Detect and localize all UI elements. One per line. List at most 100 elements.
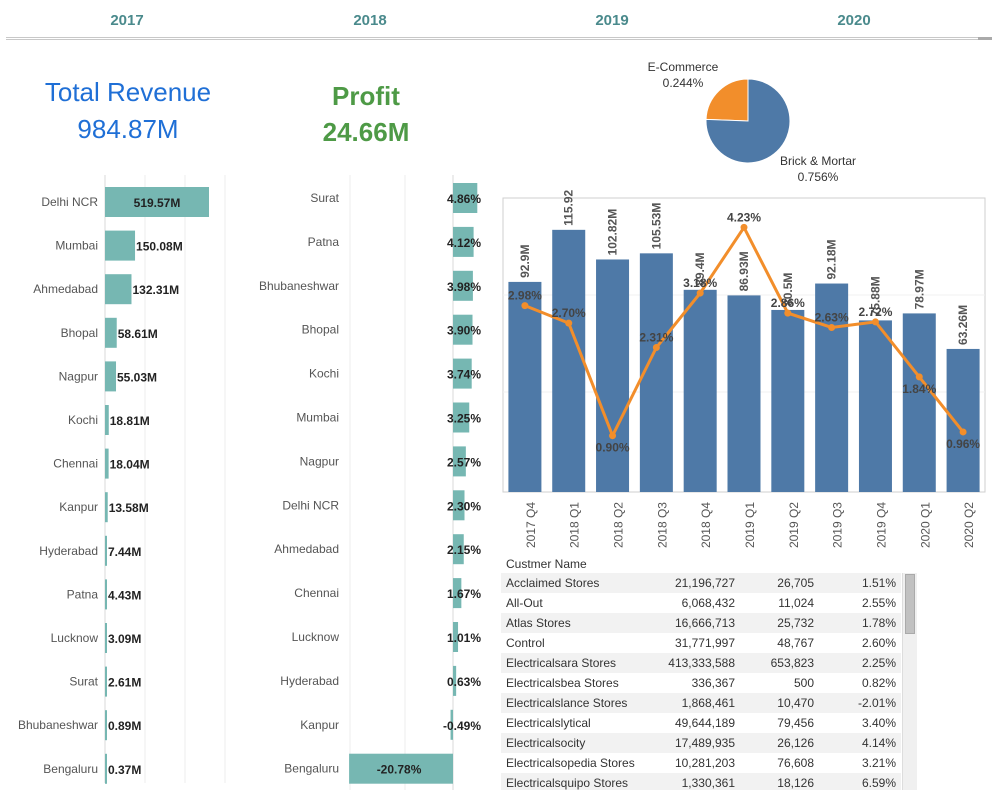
profit-ratio-point bbox=[696, 289, 704, 297]
table-row[interactable]: Acclaimed Stores 21,196,727 26,705 1.51% bbox=[501, 573, 901, 593]
revenue-bar-label: 55.03M bbox=[117, 370, 157, 384]
year-filter-2019[interactable]: 2019 bbox=[562, 12, 662, 29]
profit-ratio-label: 2.86% bbox=[771, 296, 805, 310]
revenue-by-city-chart: Delhi NCR 519.57M Mumbai 150.08M Ahmedabad 13… bbox=[18, 175, 226, 784]
profit-cell: 25,732 bbox=[777, 616, 814, 630]
city-label: Bengaluru bbox=[43, 762, 98, 776]
profit-bar-label: -20.78% bbox=[377, 763, 422, 777]
city-label: Lucknow bbox=[51, 631, 99, 645]
profit-ratio-point bbox=[915, 373, 923, 381]
profit-ratio-point bbox=[828, 323, 836, 331]
profit-cell: 10,470 bbox=[777, 696, 814, 710]
profit-ratio-point bbox=[740, 223, 748, 231]
table-row[interactable]: Control 31,771,997 48,767 2.60% bbox=[501, 633, 901, 653]
quarter-axis-label: 2019 Q2 bbox=[787, 502, 801, 548]
margin-cell: 6.59% bbox=[861, 776, 896, 790]
sales-cell: 17,489,935 bbox=[674, 736, 735, 750]
total-revenue-value: 984.87M bbox=[77, 114, 179, 144]
profit-cell: 48,767 bbox=[777, 636, 814, 650]
sales-cell: 1,330,361 bbox=[681, 776, 735, 790]
city-label: Delhi NCR bbox=[282, 498, 339, 512]
revenue-bar bbox=[105, 666, 107, 697]
profit-ratio-label: 2.63% bbox=[815, 310, 849, 324]
customer-name-cell: Electricalslance Stores bbox=[506, 696, 628, 710]
profit-cell: 76,608 bbox=[777, 756, 814, 770]
quarter-axis-label: 2020 Q1 bbox=[918, 502, 932, 548]
table-scrollbar[interactable] bbox=[902, 573, 917, 790]
revenue-bar-label: 13.58M bbox=[109, 501, 149, 515]
revenue-bar-label: 18.81M bbox=[110, 414, 150, 428]
profit-bar-label: 1.67% bbox=[447, 587, 481, 601]
sales-cell: 6,068,432 bbox=[681, 596, 735, 610]
revenue-bar-label: 519.57M bbox=[134, 196, 181, 210]
customer-name-cell: All-Out bbox=[506, 596, 543, 610]
profit-bar-label: 3.25% bbox=[447, 412, 481, 426]
quarter-revenue-bar bbox=[727, 295, 761, 492]
revenue-bar bbox=[105, 230, 136, 261]
year-filter-2017[interactable]: 2017 bbox=[77, 12, 177, 29]
profit-bar-label: 3.98% bbox=[447, 280, 481, 294]
customer-name-cell: Electricalsbea Stores bbox=[506, 676, 619, 690]
table-row[interactable]: Electricalsbea Stores 336,367 500 0.82% bbox=[501, 673, 901, 693]
profit-cell: 18,126 bbox=[777, 776, 814, 790]
quarter-axis-label: 2018 Q1 bbox=[568, 502, 582, 548]
quarter-revenue-bar bbox=[552, 229, 586, 492]
sales-cell: 31,771,997 bbox=[674, 636, 735, 650]
table-row[interactable]: Atlas Stores 16,666,713 25,732 1.78% bbox=[501, 613, 901, 633]
revenue-bar bbox=[105, 579, 107, 610]
table-row[interactable]: Electricalsopedia Stores 10,281,203 76,608… bbox=[501, 753, 901, 773]
header-divider bbox=[6, 37, 992, 38]
table-scrollbar-thumb[interactable] bbox=[905, 574, 915, 634]
city-label: Bhubaneshwar bbox=[18, 718, 98, 732]
quarter-axis-label: 2020 Q2 bbox=[962, 502, 976, 548]
profit-cell: 11,024 bbox=[778, 596, 814, 610]
profit-bar-label: 2.57% bbox=[447, 455, 481, 469]
year-filter-2018[interactable]: 2018 bbox=[320, 12, 420, 29]
margin-cell: 2.55% bbox=[861, 596, 896, 610]
city-label: Bhopal bbox=[302, 323, 339, 337]
table-row[interactable]: Electricalsara Stores 413,333,588 653,823 2… bbox=[501, 653, 901, 673]
city-label: Chennai bbox=[53, 457, 98, 471]
city-label: Patna bbox=[67, 587, 99, 601]
profit-bar-label: 3.74% bbox=[447, 368, 481, 382]
sales-cell: 336,367 bbox=[691, 676, 735, 690]
revenue-bar-label: 132.31M bbox=[132, 283, 179, 297]
profit-ratio-point bbox=[652, 344, 660, 352]
city-label: Bhubaneshwar bbox=[259, 279, 339, 293]
table-row[interactable]: Electricalsocity 17,489,935 26,126 4.14% bbox=[501, 733, 901, 753]
margin-cell: -2.01% bbox=[857, 696, 896, 710]
table-row[interactable]: Electricalslytical 49,644,189 79,456 3.40% bbox=[501, 713, 901, 733]
pie-label-value: 0.244% bbox=[663, 76, 704, 90]
customer-name-cell: Electricalsopedia Stores bbox=[506, 756, 635, 770]
margin-cell: 2.60% bbox=[861, 636, 896, 650]
header-handle[interactable] bbox=[978, 37, 992, 40]
sales-cell: 413,333,588 bbox=[668, 656, 735, 670]
revenue-bar-label: 4.43M bbox=[108, 588, 141, 602]
quarter-revenue-label: 105.53M bbox=[649, 203, 663, 250]
profit-bar-label: 4.12% bbox=[447, 236, 481, 250]
year-filter-2020[interactable]: 2020 bbox=[804, 12, 904, 29]
quarter-revenue-label: 92.18M bbox=[825, 240, 839, 280]
pie-label-name: E-Commerce bbox=[648, 60, 719, 74]
quarter-revenue-bar bbox=[596, 259, 630, 492]
quarter-revenue-bar bbox=[508, 281, 542, 492]
table-row[interactable]: Electricalsquipo Stores 1,330,361 18,126 6.… bbox=[501, 773, 901, 790]
profit-cell: 26,126 bbox=[777, 736, 814, 750]
table-row[interactable]: Electricalslance Stores 1,868,461 10,470 -2… bbox=[501, 693, 901, 713]
profit-value: 24.66M bbox=[322, 117, 410, 147]
city-label: Chennai bbox=[294, 586, 339, 600]
table-row[interactable]: All-Out 6,068,432 11,024 2.55% bbox=[501, 593, 901, 613]
profit-ratio-label: 2.98% bbox=[508, 289, 542, 303]
revenue-bar bbox=[105, 623, 107, 653]
city-label: Hyderabad bbox=[280, 674, 339, 688]
channel-pie-chart: E-Commerce 0.244% Brick & Mortar 0.756% bbox=[648, 60, 856, 184]
customer-name-header[interactable]: Custmer Name bbox=[506, 557, 587, 571]
revenue-bar bbox=[105, 753, 107, 784]
profit-bar-label: -0.49% bbox=[443, 719, 481, 733]
profit-ratio-label: 0.90% bbox=[596, 441, 630, 455]
city-label: Nagpur bbox=[59, 369, 98, 383]
profit-bar-label: 4.86% bbox=[447, 192, 481, 206]
quarter-revenue-label: 63.26M bbox=[956, 305, 970, 345]
quarter-axis-label: 2018 Q2 bbox=[612, 502, 626, 548]
revenue-bar-label: 0.37M bbox=[108, 763, 141, 777]
